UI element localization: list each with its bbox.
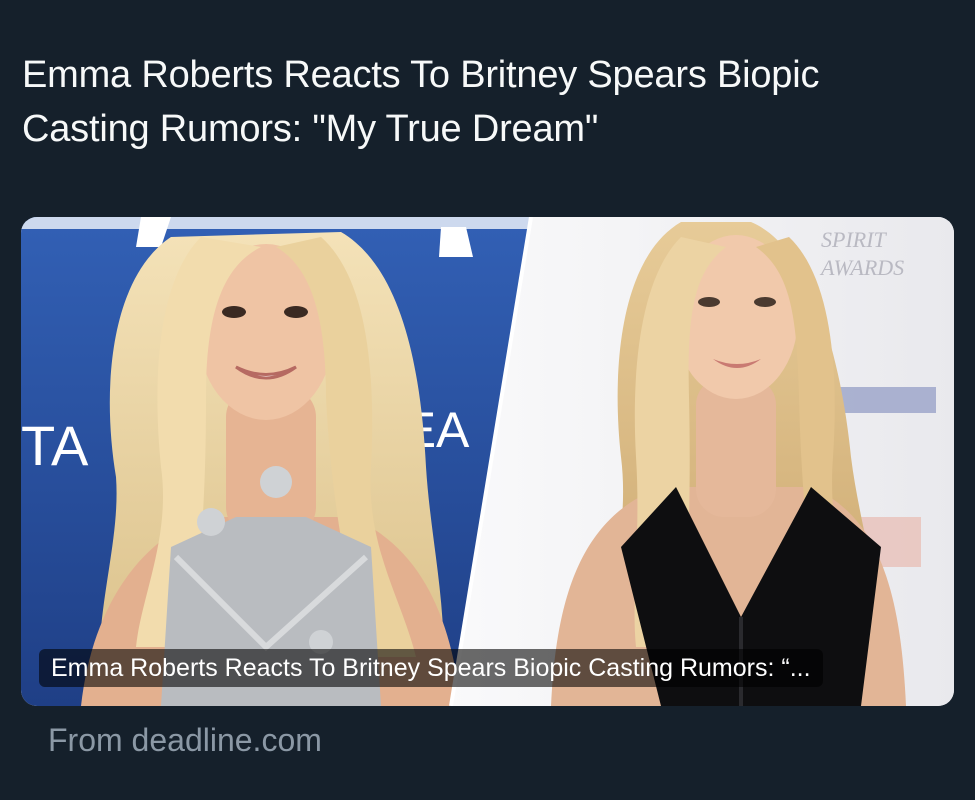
right-backdrop-text-2: AWARDS — [819, 255, 904, 280]
link-card-caption[interactable]: Emma Roberts Reacts To Britney Spears Bi… — [39, 649, 823, 687]
card-image[interactable]: TA ILEA SPIRIT AWAR — [21, 217, 954, 706]
left-backdrop-text: TA — [21, 414, 89, 477]
right-backdrop-text-1: SPIRIT — [821, 227, 888, 252]
link-card[interactable]: TA ILEA SPIRIT AWAR — [21, 217, 954, 706]
link-source[interactable]: From deadline.com — [48, 718, 322, 762]
post-headline: Emma Roberts Reacts To Britney Spears Bi… — [22, 54, 820, 150]
